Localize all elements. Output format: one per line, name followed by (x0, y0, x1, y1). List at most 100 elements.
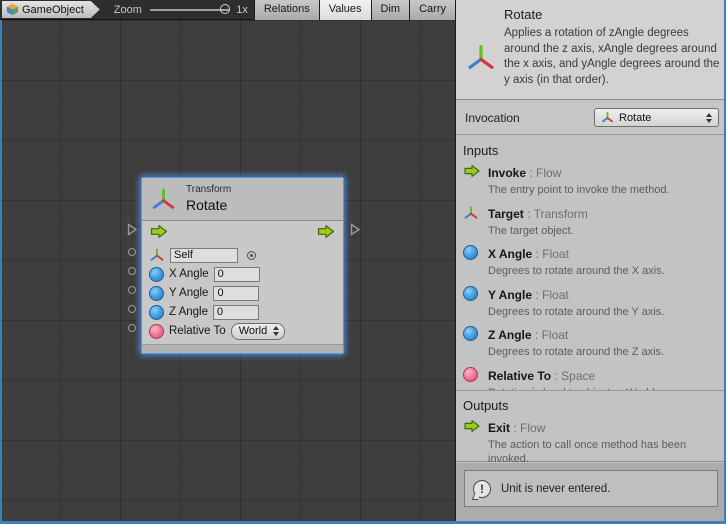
transform-mini-icon (601, 111, 614, 124)
relative-to-port-icon[interactable] (149, 324, 164, 339)
port-type: Flow (520, 421, 545, 435)
target-input-connector[interactable] (128, 248, 136, 256)
x-angle-input-connector[interactable] (128, 267, 136, 275)
input-row-y-angle: Y Angle : Float Degrees to rotate around… (456, 286, 726, 327)
port-name: Target (488, 207, 524, 221)
unit-inspector-panel: Rotate Applies a rotation of zAngle degr… (455, 0, 726, 524)
port-separator: : (510, 421, 520, 435)
tab-dim[interactable]: Dim (371, 0, 410, 20)
z-angle-port-icon[interactable] (149, 305, 164, 320)
outputs-section: Outputs Exit : Flow The action to call o… (456, 390, 726, 462)
relative-to-label: Relative To (169, 325, 226, 337)
port-description: The action to call once method has been … (488, 439, 716, 466)
y-angle-input-connector[interactable] (128, 286, 136, 294)
dropdown-stepper-icon (273, 326, 279, 336)
port-description: The entry point to invoke the method. (488, 184, 716, 198)
flow-arrow-icon (463, 164, 481, 183)
x-angle-label: X Angle (169, 268, 209, 280)
invocation-label: Invocation (465, 111, 520, 125)
port-separator: : (526, 166, 536, 180)
port-type: Transform (534, 207, 588, 221)
rotate-unit-node[interactable]: Transform Rotate (141, 177, 344, 354)
relative-to-input-connector[interactable] (128, 324, 136, 332)
z-angle-field[interactable]: 0 (213, 305, 259, 320)
z-angle-input-connector[interactable] (128, 305, 136, 313)
flow-ports-row (149, 226, 336, 242)
tab-relations[interactable]: Relations (254, 0, 319, 20)
port-type: Flow (536, 166, 561, 180)
x-angle-port-icon[interactable] (149, 267, 164, 282)
y-angle-label: Y Angle (169, 287, 208, 299)
port-name: X Angle (488, 247, 532, 261)
input-row-z-angle: Z Angle : Float Degrees to rotate around… (456, 326, 726, 367)
flow-arrow-icon (463, 419, 481, 438)
node-title: Rotate (186, 197, 227, 213)
y-angle-row: Y Angle 0 (149, 285, 336, 301)
port-description: Degrees to rotate around the Y axis. (488, 306, 716, 320)
bolt-graph-window: GameObject Zoom 1x Relations Values Dim … (0, 0, 726, 524)
node-body: Self X Angle 0 Y Angle 0 Z Angle 0 (142, 221, 343, 344)
warning-box: ! Unit is never entered. (464, 470, 718, 507)
input-row-invoke: Invoke : Flow The entry point to invoke … (456, 164, 726, 205)
y-angle-port-icon[interactable] (149, 286, 164, 301)
tab-values[interactable]: Values (319, 0, 371, 20)
warning-text: Unit is never entered. (501, 483, 610, 495)
target-row: Self (149, 247, 336, 263)
space-port-icon (463, 367, 478, 382)
zoom-value: 1x (236, 4, 248, 16)
gameobject-cube-icon (6, 3, 19, 16)
z-angle-row: Z Angle 0 (149, 304, 336, 320)
y-angle-field[interactable]: 0 (213, 286, 259, 301)
window-border (0, 20, 2, 524)
transform-icon (465, 42, 497, 79)
inspector-footer: ! Unit is never entered. (456, 463, 726, 524)
warning-icon: ! (473, 480, 491, 498)
float-port-icon (463, 326, 478, 341)
input-row-x-angle: X Angle : Float Degrees to rotate around… (456, 245, 726, 286)
invocation-row: Invocation Rotate (456, 101, 726, 135)
inspector-header: Rotate Applies a rotation of zAngle degr… (456, 0, 726, 100)
transform-icon (150, 186, 177, 218)
port-type: Float (542, 247, 569, 261)
inspector-title: Rotate (504, 7, 542, 22)
x-angle-field[interactable]: 0 (214, 267, 260, 282)
port-description: The target object. (488, 225, 716, 239)
invoke-flow-icon[interactable] (149, 224, 169, 244)
inspector-description: Applies a rotation of zAngle degrees aro… (504, 26, 720, 88)
zoom-slider[interactable] (150, 9, 230, 11)
port-separator: : (532, 288, 542, 302)
breadcrumb-label: GameObject (22, 4, 84, 16)
inputs-header: Inputs (456, 136, 726, 164)
port-name: Invoke (488, 166, 526, 180)
port-name: Z Angle (488, 328, 532, 342)
object-picker-icon[interactable] (247, 251, 256, 260)
relative-to-value: World (239, 325, 268, 337)
tab-carry[interactable]: Carry (409, 0, 455, 20)
flow-output-connector[interactable] (350, 223, 361, 241)
flow-input-connector[interactable] (127, 223, 138, 241)
port-name: Exit (488, 421, 510, 435)
invocation-dropdown[interactable]: Rotate (594, 108, 719, 127)
node-footer (142, 344, 343, 353)
zoom-label: Zoom (114, 4, 142, 16)
breadcrumb[interactable]: GameObject (2, 1, 100, 18)
invocation-value: Rotate (619, 112, 651, 124)
x-angle-row: X Angle 0 (149, 266, 336, 282)
transform-mini-icon[interactable] (149, 247, 165, 263)
target-field[interactable]: Self (170, 248, 238, 263)
node-header[interactable]: Transform Rotate (142, 178, 343, 221)
graph-canvas[interactable]: Transform Rotate (0, 20, 455, 524)
relative-to-dropdown[interactable]: World (231, 323, 286, 340)
port-name: Y Angle (488, 288, 532, 302)
port-separator: : (532, 247, 542, 261)
port-separator: : (524, 207, 534, 221)
port-separator: : (551, 369, 561, 383)
toolbar-tabs: Relations Values Dim Carry (254, 0, 455, 20)
exit-flow-icon[interactable] (316, 224, 336, 244)
node-category: Transform (186, 184, 231, 195)
zoom-slider-knob[interactable] (220, 4, 230, 14)
outputs-header: Outputs (456, 391, 726, 419)
float-port-icon (463, 286, 478, 301)
port-type: Float (542, 328, 569, 342)
z-angle-label: Z Angle (169, 306, 208, 318)
